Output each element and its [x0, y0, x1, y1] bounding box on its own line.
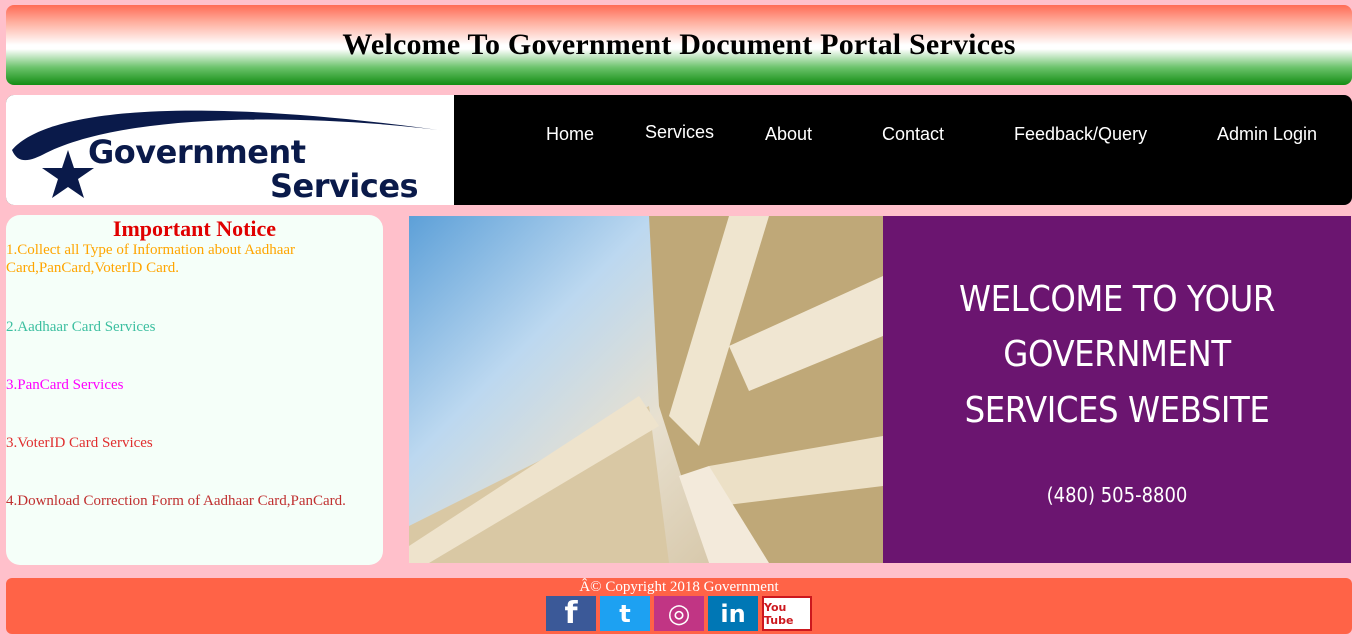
hero-line: SERVICES WEBSITE — [964, 390, 1270, 431]
notice-item: 4.Download Correction Form of Aadhaar Ca… — [6, 493, 346, 509]
notice-item: 2.Aadhaar Card Services — [6, 319, 156, 335]
nav-feedback-query[interactable]: Feedback/Query — [1014, 124, 1147, 145]
youtube-icon[interactable]: You Tube — [762, 596, 812, 631]
hero-columns-image — [409, 216, 883, 563]
instagram-icon[interactable]: ◎ — [654, 596, 704, 631]
twitter-glyph: t — [619, 599, 631, 628]
nav-menu: Home Services About Contact Feedback/Que… — [454, 95, 1352, 205]
twitter-icon[interactable]: t — [600, 596, 650, 631]
hero-welcome-panel: WELCOME TO YOUR GOVERNMENT SERVICES WEBS… — [883, 216, 1351, 563]
social-links: f t ◎ in You Tube — [546, 596, 812, 631]
hero-line: WELCOME TO YOUR — [958, 279, 1276, 320]
hero-line: GOVERNMENT — [1003, 334, 1231, 375]
nav-admin-login[interactable]: Admin Login — [1217, 124, 1317, 145]
logo[interactable]: Government Services — [6, 95, 454, 205]
linkedin-glyph: in — [720, 599, 746, 628]
header-banner: Welcome To Government Document Portal Se… — [6, 5, 1352, 85]
important-notice-panel: Important Notice 1.Collect all Type of I… — [6, 215, 383, 565]
page: Welcome To Government Document Portal Se… — [0, 0, 1358, 638]
nav-home[interactable]: Home — [546, 124, 594, 145]
logo-text-services: Services — [270, 167, 419, 205]
notice-item: 1.Collect all Type of Information about … — [6, 242, 296, 276]
page-title: Welcome To Government Document Portal Se… — [342, 28, 1016, 61]
nav-contact[interactable]: Contact — [882, 124, 944, 145]
footer: Â© Copyright 2018 Government f t ◎ in Yo… — [6, 578, 1352, 634]
facebook-glyph: f — [564, 596, 578, 631]
linkedin-icon[interactable]: in — [708, 596, 758, 631]
youtube-glyph: You Tube — [764, 600, 794, 627]
notice-title: Important Notice — [112, 216, 277, 241]
columns-illustration-icon — [409, 216, 883, 563]
notice-item: 3.PanCard Services — [6, 377, 124, 393]
notice-item: 3.VoterID Card Services — [6, 435, 153, 451]
hero-phone: (480) 505-8800 — [1046, 483, 1188, 507]
nav-services[interactable]: Services — [645, 122, 714, 143]
logo-text-government: Government — [88, 133, 306, 171]
copyright-text: Â© Copyright 2018 Government — [579, 579, 779, 595]
facebook-icon[interactable]: f — [546, 596, 596, 631]
hero-banner: WELCOME TO YOUR GOVERNMENT SERVICES WEBS… — [409, 216, 1351, 563]
nav-about[interactable]: About — [765, 124, 812, 145]
nav-bar: Government Services Home Services About … — [6, 95, 1352, 205]
instagram-glyph: ◎ — [667, 598, 691, 629]
